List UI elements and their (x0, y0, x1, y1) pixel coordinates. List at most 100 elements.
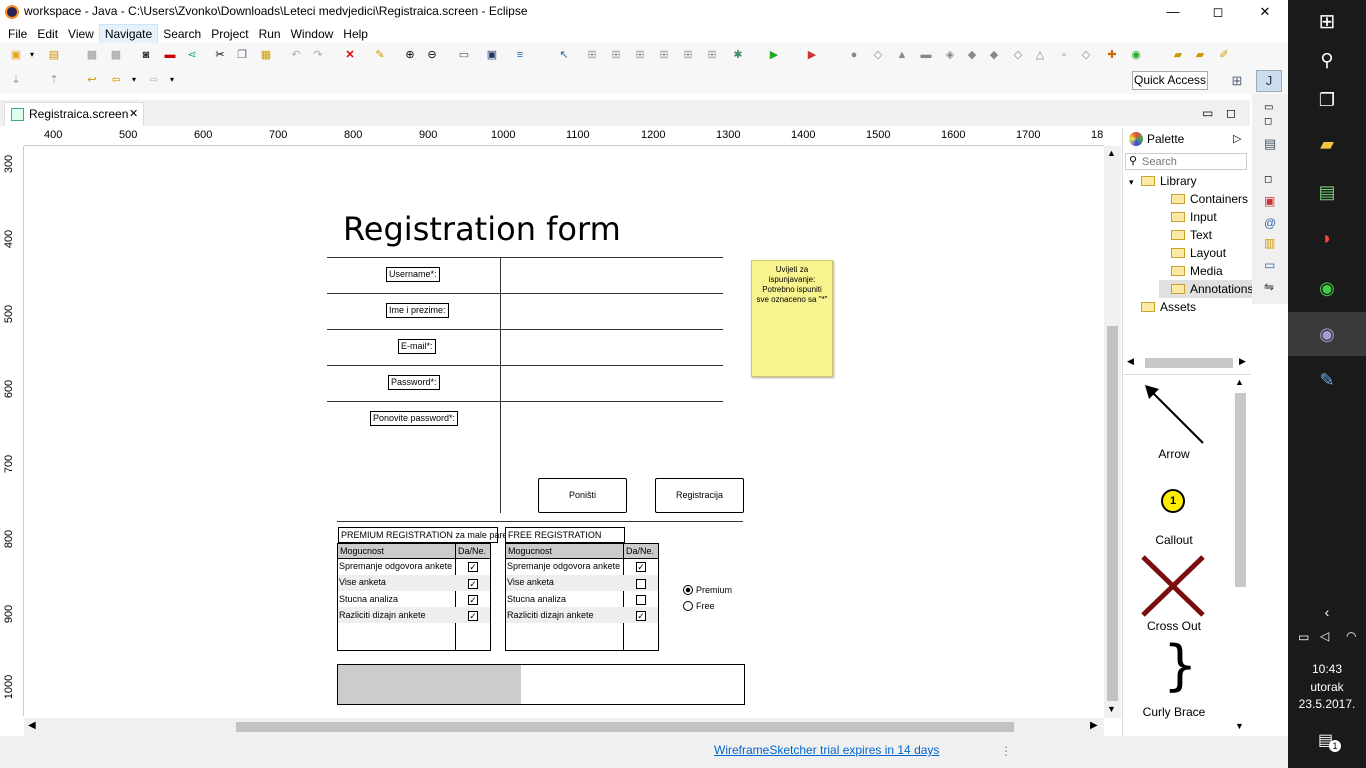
new-icon[interactable]: ▣ (8, 47, 24, 63)
show-hidden-icons[interactable]: ‹ (1288, 590, 1366, 634)
pdf-icon[interactable]: ▬ (162, 47, 178, 63)
menu-file[interactable]: File (3, 25, 32, 43)
shape-triangle-icon[interactable]: ▲ (894, 47, 910, 63)
email-label[interactable]: E-mail*: (398, 339, 436, 354)
quick-access-field[interactable]: Quick Access (1132, 71, 1208, 90)
palette-tree-item[interactable]: Input (1159, 208, 1220, 226)
menu-edit[interactable]: Edit (32, 25, 63, 43)
debug-icon[interactable]: ✱ (730, 47, 746, 63)
paint-icon[interactable]: ✎ (1288, 358, 1366, 402)
preview-icon[interactable]: ▭ (456, 47, 472, 63)
zoom-in-icon[interactable]: ⊕ (402, 47, 418, 63)
forward-icon[interactable]: ⇨ (146, 72, 162, 88)
palette-search[interactable]: ⚲ (1125, 153, 1247, 170)
premium-title[interactable]: PREMIUM REGISTRATION za male pare (338, 527, 507, 543)
side-javadoc-icon[interactable]: @ (1264, 216, 1276, 230)
menu-window[interactable]: Window (286, 25, 339, 43)
wireframe-canvas[interactable]: Registration form Username*: Ime i prezi… (24, 146, 1104, 708)
forward-dropdown-icon[interactable]: ▾ (164, 72, 180, 88)
palette-search-input[interactable] (1142, 155, 1230, 168)
side-restore-icon[interactable]: ◻ (1264, 116, 1272, 127)
back-dropdown-icon[interactable]: ▾ (126, 72, 142, 88)
side-problems-icon[interactable]: ▣ (1264, 194, 1275, 208)
copy-icon[interactable]: ❐ (234, 47, 250, 63)
layout-d-icon[interactable]: ⊞ (656, 47, 672, 63)
free-title[interactable]: FREE REGISTRATION (505, 527, 625, 543)
side-declaration-icon[interactable]: ▥ (1264, 236, 1275, 250)
free-checkbox[interactable]: ✓ (636, 611, 646, 621)
palette-hscroll-thumb[interactable] (1145, 358, 1233, 368)
layout-a-icon[interactable]: ⊞ (584, 47, 600, 63)
zoom-out-icon[interactable]: ⊖ (424, 47, 440, 63)
scroll-right-icon[interactable]: ▶ (1090, 720, 1098, 731)
new-java-icon[interactable]: ◉ (1128, 47, 1144, 63)
username-label[interactable]: Username*: (386, 267, 440, 282)
shape-a-icon[interactable]: ◈ (942, 47, 958, 63)
redo-icon[interactable]: ↷ (310, 47, 326, 63)
prev-annotation-icon[interactable]: ⇡ (46, 72, 62, 88)
present-icon[interactable]: ▣ (484, 47, 500, 63)
layout-c-icon[interactable]: ⊞ (632, 47, 648, 63)
save-all-icon[interactable]: ▩ (108, 47, 124, 63)
tab-close-icon[interactable]: ✕ (129, 103, 138, 125)
palette-tree-item[interactable]: Text (1159, 226, 1215, 244)
palette-hscroll[interactable]: ◀ ▶ (1125, 356, 1249, 370)
cancel-button[interactable]: Poništi (538, 478, 627, 513)
new-dropdown-icon[interactable]: ▾ (24, 47, 40, 63)
free-checkbox[interactable] (636, 595, 646, 605)
next-annotation-icon[interactable]: ⇣ (8, 72, 24, 88)
network-icon[interactable]: ◠ (1346, 629, 1356, 643)
menu-view[interactable]: View (63, 25, 99, 43)
last-edit-icon[interactable]: ↩ (84, 72, 100, 88)
menu-search[interactable]: Search (158, 25, 206, 43)
shape-d-icon[interactable]: ◇ (1010, 47, 1026, 63)
side-restore-icon[interactable]: ◻ (1264, 174, 1272, 185)
chrome-icon[interactable]: ◉ (1288, 266, 1366, 310)
align-icon[interactable]: ≡ (512, 47, 528, 63)
horizontal-scrollbar[interactable]: ◀ ▶ (24, 718, 1104, 736)
cut-icon[interactable]: ✂ (212, 47, 228, 63)
shape-b-icon[interactable]: ◆ (964, 47, 980, 63)
scroll-down-icon[interactable]: ▼ (1235, 721, 1244, 731)
vertical-scrollbar[interactable]: ▲ ▼ (1104, 146, 1121, 718)
menu-run[interactable]: Run (254, 25, 286, 43)
radio-premium[interactable]: Premium (683, 585, 732, 595)
free-table[interactable]: Mogucnost Da/Ne. Spremanje odgovora anke… (505, 543, 659, 651)
task-view-icon[interactable]: ❐ (1288, 78, 1366, 122)
close-button[interactable]: ✕ (1242, 0, 1288, 24)
palette-collapse-icon[interactable]: ▷ (1233, 132, 1241, 145)
layout-f-icon[interactable]: ⊞ (704, 47, 720, 63)
shape-g-icon[interactable]: ◇ (1078, 47, 1094, 63)
search-icon[interactable]: ⚲ (1288, 38, 1366, 82)
clock-date[interactable]: 23.5.2017. (1288, 697, 1366, 711)
delete-icon[interactable]: ✕ (342, 47, 358, 63)
shape-diamond-icon[interactable]: ◇ (870, 47, 886, 63)
cross-out-icon[interactable] (1141, 555, 1205, 617)
select-icon[interactable]: ↖ (556, 47, 572, 63)
save-icon[interactable]: ▩ (84, 47, 100, 63)
fullname-label[interactable]: Ime i prezime: (386, 303, 449, 318)
eclipse-icon[interactable]: ◉ (1288, 312, 1366, 356)
shape-c-icon[interactable]: ◆ (986, 47, 1002, 63)
side-minimize-icon[interactable]: ▭ (1264, 102, 1273, 113)
battery-icon[interactable]: ▭ (1298, 630, 1309, 644)
share-icon[interactable]: ⋖ (184, 47, 200, 63)
shape-rect-icon[interactable]: ▬ (918, 47, 934, 63)
palette-tree-item[interactable]: Assets (1129, 298, 1199, 316)
shape-circle-icon[interactable]: ● (846, 47, 862, 63)
repeat-password-label[interactable]: Ponovite password*: (370, 411, 459, 426)
folder-icon[interactable]: ▰ (1192, 47, 1208, 63)
progress-bar[interactable] (337, 664, 745, 705)
palette-vscroll-thumb[interactable] (1235, 393, 1246, 587)
palette-tree-item[interactable]: Containers (1159, 190, 1251, 208)
scroll-up-icon[interactable]: ▲ (1235, 377, 1244, 387)
clock-time[interactable]: 10:43 (1288, 662, 1366, 676)
premium-table[interactable]: Mogucnost Da/Ne. Spremanje odgovora anke… (337, 543, 491, 651)
run-icon[interactable]: ▶ (766, 47, 782, 63)
menu-project[interactable]: Project (206, 25, 253, 43)
plugin-icon[interactable]: ✚ (1104, 47, 1120, 63)
palette-tree-item[interactable]: Media (1159, 262, 1226, 280)
back-icon[interactable]: ⇦ (108, 72, 124, 88)
camera-icon[interactable]: ◙ (138, 47, 154, 63)
password-label[interactable]: Password*: (388, 375, 440, 390)
